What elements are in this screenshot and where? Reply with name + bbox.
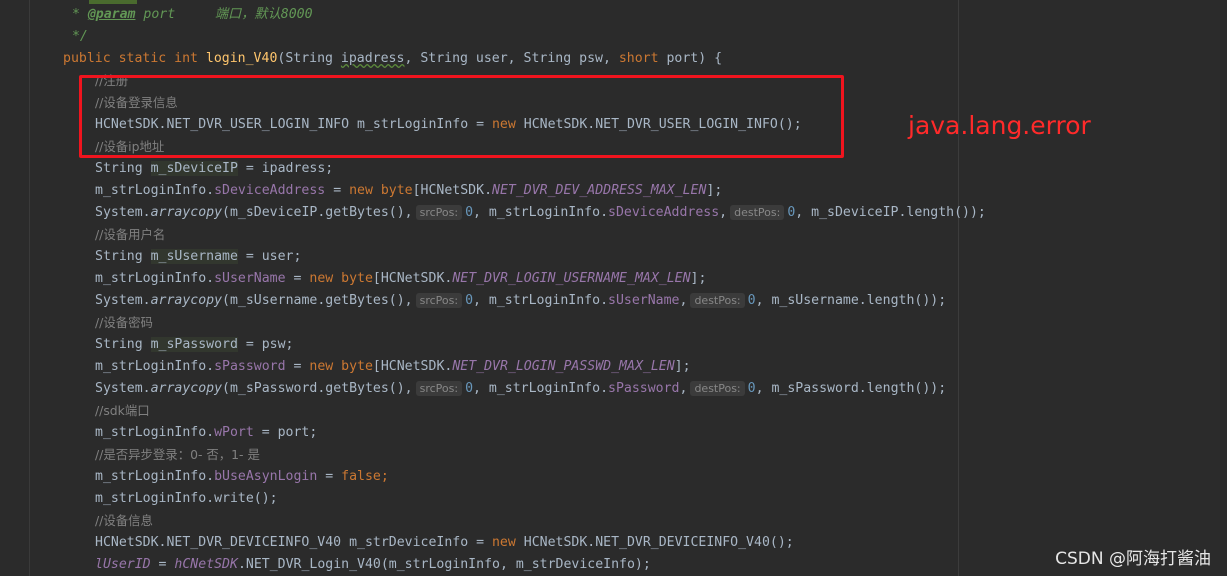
code-line-username-decl: String m_sUsername = user;: [95, 249, 302, 264]
code-line-async-assign: m_strLoginInfo.bUseAsynLogin = false;: [95, 469, 389, 484]
code-line-write: m_strLoginInfo.write();: [95, 491, 278, 506]
code-line-username-alloc: m_strLoginInfo.sUserName = new byte[HCNe…: [95, 271, 707, 286]
param-hint-srcpos: srcPos:: [415, 381, 463, 396]
param-hint-srcpos: srcPos:: [415, 205, 463, 220]
code-line-arraycopy-ip: System.arraycopy(m_sDeviceIP.getBytes(),…: [95, 205, 986, 220]
code-line-comment-password: //设备密码: [95, 315, 153, 330]
code-line-method-signature: public static int login_V40(String ipadr…: [63, 51, 723, 66]
code-line-arraycopy-password: System.arraycopy(m_sPassword.getBytes(),…: [95, 381, 947, 396]
param-hint-destpos: destPos:: [690, 293, 745, 308]
code-line-comment-async: //是否异步登录：0- 否，1- 是: [95, 447, 260, 462]
code-line-comment-sdk-port: //sdk端口: [95, 403, 150, 418]
param-hint-destpos: destPos:: [690, 381, 745, 396]
code-line-doc-end: */: [64, 29, 88, 44]
code-line-arraycopy-username: System.arraycopy(m_sUsername.getBytes(),…: [95, 293, 947, 308]
typo-warning-ipadress: ipadress: [340, 51, 405, 66]
code-line-address-alloc: m_strLoginInfo.sDeviceAddress = new byte…: [95, 183, 723, 198]
watermark: CSDN @阿海打酱油: [1055, 549, 1211, 569]
param-hint-srcpos: srcPos:: [415, 293, 463, 308]
javadoc-param-tag: @param: [87, 7, 136, 22]
code-line-password-alloc: m_strLoginInfo.sPassword = new byte[HCNe…: [95, 359, 691, 374]
param-hint-destpos: destPos:: [730, 205, 785, 220]
code-line-port-assign: m_strLoginInfo.wPort = port;: [95, 425, 318, 440]
error-highlight-box: [79, 75, 844, 158]
code-line-ip-decl: String m_sDeviceIP = ipadress;: [95, 161, 334, 176]
code-line-password-decl: String m_sPassword = psw;: [95, 337, 294, 352]
method-name: login_V40: [205, 51, 278, 66]
code-line-doc-param: * @param port 端口，默认8000: [64, 7, 313, 22]
error-annotation: java.lang.error: [908, 111, 1091, 140]
code-line-login-call: lUserID = hCNetSDK.NET_DVR_Login_V40(m_s…: [95, 557, 651, 572]
code-line-comment-username: //设备用户名: [95, 227, 166, 242]
code-line-comment-device-info: //设备信息: [95, 513, 153, 528]
code-line-device-info-decl: HCNetSDK.NET_DVR_DEVICEINFO_V40 m_strDev…: [95, 535, 794, 550]
